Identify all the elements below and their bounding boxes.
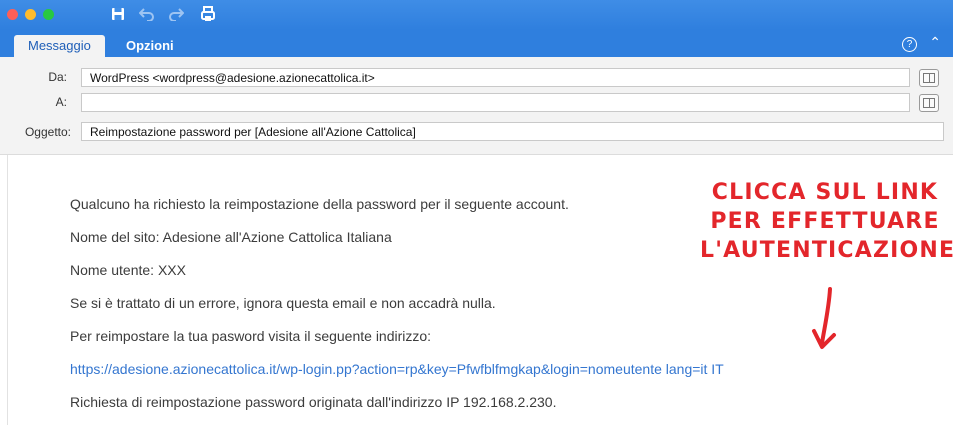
- maximize-window-button[interactable]: [43, 9, 54, 20]
- to-field[interactable]: [81, 93, 910, 112]
- annotation-line: CLICCA SUL LINK: [711, 180, 939, 205]
- collapse-ribbon-icon[interactable]: ⌃: [929, 34, 941, 51]
- body-divider: [7, 155, 8, 425]
- redo-icon[interactable]: [166, 4, 186, 24]
- annotation-callout: CLICCA SUL LINK PER EFFETTUARE L'AUTENTI…: [700, 178, 953, 265]
- message-header: Da: WordPress <wordpress@adesione.azione…: [0, 57, 953, 155]
- window-titlebar: [0, 0, 953, 30]
- body-text-line: Nome utente: XXX: [70, 262, 186, 278]
- annotation-line: L'AUTENTICAZIONE: [700, 238, 953, 263]
- subject-label: Oggetto:: [24, 125, 71, 139]
- body-text-line: Nome del sito: Adesione all'Azione Catto…: [70, 229, 392, 245]
- undo-icon[interactable]: [137, 4, 157, 24]
- from-field[interactable]: WordPress <wordpress@adesione.azionecatt…: [81, 68, 910, 87]
- body-text-line: Per reimpostare la tua pasword visita il…: [70, 328, 432, 344]
- help-icon[interactable]: ?: [902, 37, 917, 52]
- save-icon[interactable]: [108, 4, 128, 24]
- subject-field[interactable]: Reimpostazione password per [Adesione al…: [81, 122, 944, 141]
- close-window-button[interactable]: [7, 9, 18, 20]
- ribbon-tabbar: Messaggio Opzioni ? ⌃: [0, 30, 953, 57]
- body-text-line: Qualcuno ha richiesto la reimpostazione …: [70, 196, 569, 212]
- address-book-icon[interactable]: [919, 94, 939, 112]
- annotation-line: PER EFFETTUARE: [710, 209, 940, 234]
- from-label: Da:: [48, 70, 67, 84]
- address-book-icon[interactable]: [919, 69, 939, 87]
- tab-messaggio[interactable]: Messaggio: [14, 35, 105, 57]
- send-icon[interactable]: [198, 4, 218, 24]
- reset-password-link[interactable]: https://adesione.azionecattolica.it/wp-l…: [70, 361, 724, 377]
- to-label: A:: [55, 95, 67, 109]
- body-text-line: Richiesta di reimpostazione password ori…: [70, 394, 557, 410]
- minimize-window-button[interactable]: [25, 9, 36, 20]
- arrow-down-icon: [812, 287, 836, 349]
- body-text-line: Se si è trattato di un errore, ignora qu…: [70, 295, 496, 311]
- tab-opzioni[interactable]: Opzioni: [126, 35, 174, 57]
